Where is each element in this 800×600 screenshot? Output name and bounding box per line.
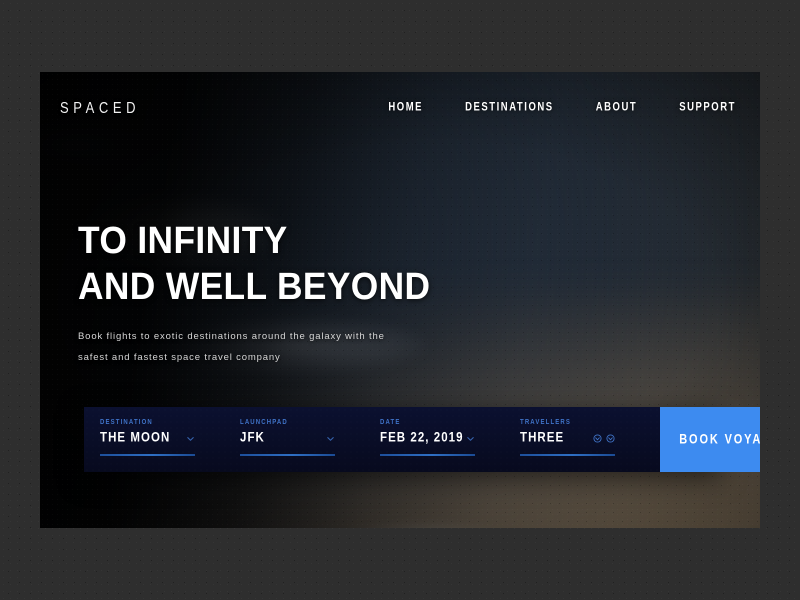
- nav-item-support[interactable]: SUPPORT: [679, 100, 736, 114]
- hero-copy: TO INFINITY AND WELL BEYOND Book flights…: [78, 218, 498, 368]
- field-launchpad-control[interactable]: JFK: [240, 430, 335, 446]
- book-voyage-button[interactable]: BOOK VOYAGE: [660, 407, 760, 472]
- nav-item-destinations[interactable]: DESTINATIONS: [465, 100, 554, 114]
- hero-headline-line-1: TO INFINITY: [78, 220, 288, 262]
- field-launchpad-label: LAUNCHPAD: [240, 419, 288, 427]
- field-travellers[interactable]: TRAVELLERS THREE: [520, 419, 644, 456]
- field-travellers-label: TRAVELLERS: [520, 419, 572, 427]
- booking-bar: DESTINATION THE MOON LAUNCHPAD JFK DATE …: [84, 407, 760, 472]
- field-destination-underline: [100, 454, 195, 456]
- brand-logo[interactable]: SPACED: [60, 98, 140, 116]
- booking-fields: DESTINATION THE MOON LAUNCHPAD JFK DATE …: [84, 407, 660, 472]
- field-launchpad[interactable]: LAUNCHPAD JFK: [240, 419, 364, 456]
- book-voyage-label: BOOK VOYAGE: [679, 432, 760, 447]
- site-header: SPACED HOME DESTINATIONS ABOUT SUPPORT: [40, 72, 760, 142]
- chevron-down-icon[interactable]: [326, 434, 335, 443]
- field-travellers-underline: [520, 454, 615, 456]
- chevron-down-icon[interactable]: [466, 434, 475, 443]
- nav-item-about[interactable]: ABOUT: [596, 100, 638, 114]
- field-destination-control[interactable]: THE MOON: [100, 430, 195, 446]
- page-canvas: SPACED HOME DESTINATIONS ABOUT SUPPORT T…: [0, 0, 800, 600]
- hero-subcopy-line-1: Book flights to exotic destinations arou…: [78, 331, 385, 342]
- field-date-value: FEB 22, 2019: [380, 430, 464, 446]
- field-travellers-value: THREE: [520, 430, 565, 446]
- main-navigation: HOME DESTINATIONS ABOUT SUPPORT: [388, 100, 736, 114]
- hero-section: SPACED HOME DESTINATIONS ABOUT SUPPORT T…: [40, 72, 760, 528]
- traveller-stepper[interactable]: [593, 433, 615, 443]
- hero-subcopy: Book flights to exotic destinations arou…: [78, 326, 408, 368]
- field-date-underline: [380, 454, 475, 456]
- hero-subcopy-line-2: safest and fastest space travel company: [78, 352, 281, 363]
- nav-item-home[interactable]: HOME: [388, 100, 423, 114]
- field-launchpad-value: JFK: [240, 430, 265, 446]
- field-launchpad-underline: [240, 454, 335, 456]
- field-destination-value: THE MOON: [100, 430, 171, 446]
- traveller-icon[interactable]: [606, 433, 615, 443]
- chevron-down-icon[interactable]: [186, 434, 195, 443]
- field-destination[interactable]: DESTINATION THE MOON: [100, 419, 224, 456]
- field-destination-label: DESTINATION: [100, 419, 153, 427]
- hero-headline-line-2: AND WELL BEYOND: [78, 266, 431, 308]
- field-travellers-control[interactable]: THREE: [520, 430, 615, 446]
- field-date-label: DATE: [380, 419, 401, 427]
- traveller-icon[interactable]: [593, 433, 602, 443]
- field-date[interactable]: DATE FEB 22, 2019: [380, 419, 504, 456]
- field-date-control[interactable]: FEB 22, 2019: [380, 430, 475, 446]
